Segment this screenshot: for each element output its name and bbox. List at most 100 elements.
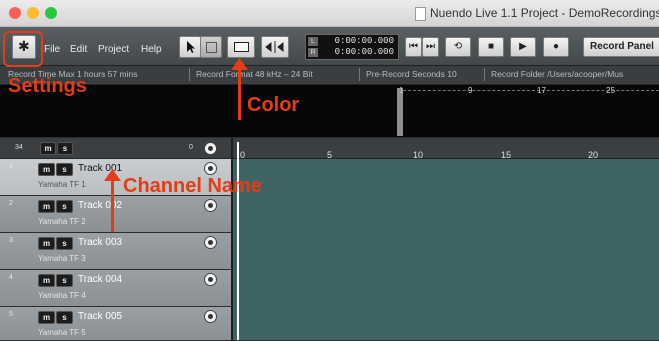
info-divider <box>484 68 485 81</box>
skip-back-icon: ⏮ <box>409 41 418 52</box>
event-display[interactable] <box>233 159 659 340</box>
mute-button[interactable]: m <box>38 200 55 213</box>
track-name[interactable]: Track 005 <box>78 311 122 322</box>
overview-position-marker[interactable] <box>397 88 403 136</box>
track-row[interactable]: 5 m s Track 005 Yamaha TF 5 <box>0 307 231 341</box>
record-folder[interactable]: Record Folder /Users/acooper/Mus <box>491 69 623 79</box>
solo-button[interactable]: s <box>56 237 73 250</box>
counter-r-label: R <box>308 48 318 57</box>
record-enable-button[interactable] <box>204 162 217 175</box>
window-titlebar: Nuendo Live 1.1 Project - DemoRecordings <box>0 0 659 27</box>
menu-help[interactable]: Help <box>141 44 162 55</box>
solo-all-button[interactable]: s <box>57 142 73 155</box>
overview-tick: 17 <box>537 86 546 95</box>
info-divider <box>359 68 360 81</box>
stop-icon: ■ <box>487 41 495 52</box>
channel-name-annotation: Channel Name <box>123 175 262 197</box>
record-enable-button[interactable] <box>204 273 217 286</box>
track-input: Yamaha TF 1 <box>38 180 86 189</box>
record-enable-icon <box>208 314 213 319</box>
mute-button[interactable]: m <box>38 311 55 324</box>
skip-forward-icon: ⏭ <box>426 41 435 52</box>
skip-back-button[interactable]: ⏮ <box>405 37 422 57</box>
info-divider <box>189 68 190 81</box>
solo-button[interactable]: s <box>56 311 73 324</box>
close-window-button[interactable] <box>9 7 21 19</box>
record-enable-icon <box>208 277 213 282</box>
menu-project[interactable]: Project <box>98 44 129 55</box>
mute-button[interactable]: m <box>38 237 55 250</box>
settings-highlight-box <box>3 31 43 67</box>
track-count: 34 <box>15 144 23 151</box>
track-input: Yamaha TF 4 <box>38 291 86 300</box>
track-row[interactable]: 4 m s Track 004 Yamaha TF 4 <box>0 270 231 307</box>
split-icon <box>265 41 284 53</box>
counter-bottom-time: 0:00:00.000 <box>334 47 394 57</box>
track-row[interactable]: 2 m s Track 002 Yamaha TF 2 <box>0 196 231 233</box>
track-input: Yamaha TF 2 <box>38 217 86 226</box>
record-format[interactable]: Record Format 48 kHz – 24 Bit <box>196 69 313 79</box>
color-arrow-head-icon <box>231 58 248 70</box>
pre-record-seconds[interactable]: Pre-Record Seconds 10 <box>366 69 457 79</box>
range-tool-button[interactable] <box>200 36 222 58</box>
overview-range-line <box>403 90 659 91</box>
mute-button[interactable]: m <box>38 163 55 176</box>
stop-button[interactable]: ■ <box>478 37 504 57</box>
menu-file[interactable]: File <box>44 44 60 55</box>
skip-forward-button[interactable]: ⏭ <box>422 37 439 57</box>
overview-tick: 9 <box>468 86 473 95</box>
channel-name-arrow-head-icon <box>104 169 121 181</box>
record-enable-button[interactable] <box>204 236 217 249</box>
solo-button[interactable]: s <box>56 274 73 287</box>
document-icon <box>415 7 426 21</box>
window-title: Nuendo Live 1.1 Project - DemoRecordings <box>430 6 659 20</box>
track-list-divider[interactable] <box>231 138 233 340</box>
play-icon: ▶ <box>519 41 527 52</box>
counter-l-label: L <box>308 37 318 46</box>
play-button[interactable]: ▶ <box>510 37 536 57</box>
overview-tick: 1 <box>399 86 404 95</box>
track-name[interactable]: Track 004 <box>78 274 122 285</box>
track-number: 2 <box>9 200 13 207</box>
menu-edit[interactable]: Edit <box>70 44 87 55</box>
track-number: 5 <box>9 311 13 318</box>
mute-all-button[interactable]: m <box>40 142 56 155</box>
minimize-window-button[interactable] <box>27 7 39 19</box>
record-icon: ● <box>552 41 560 52</box>
record-enable-all-button[interactable] <box>204 142 217 155</box>
record-enable-icon <box>208 240 213 245</box>
track-row[interactable]: 3 m s Track 003 Yamaha TF 3 <box>0 233 231 270</box>
record-enable-button[interactable] <box>204 199 217 212</box>
project-overview[interactable] <box>0 85 659 137</box>
track-number: 4 <box>9 274 13 281</box>
record-panel-button[interactable]: Record Panel <box>583 37 659 57</box>
mute-button[interactable]: m <box>38 274 55 287</box>
playhead-cursor[interactable] <box>237 142 239 340</box>
track-input: Yamaha TF 3 <box>38 254 86 263</box>
loop-button[interactable]: ⟲ <box>445 37 471 57</box>
track-name[interactable]: Track 002 <box>78 200 122 211</box>
record-enable-icon <box>208 146 213 151</box>
time-counter: L R 0:00:00.000 0:00:00.000 <box>305 34 399 60</box>
record-enable-button[interactable] <box>204 310 217 323</box>
solo-button[interactable]: s <box>56 163 73 176</box>
loop-icon: ⟲ <box>453 41 463 52</box>
color-annotation: Color <box>247 94 300 116</box>
split-tool-button[interactable] <box>261 36 289 58</box>
color-button[interactable] <box>227 36 255 58</box>
record-button[interactable]: ● <box>543 37 569 57</box>
pointer-tool-button[interactable] <box>179 36 201 58</box>
zoom-window-button[interactable] <box>45 7 57 19</box>
track-name[interactable]: Track 003 <box>78 237 122 248</box>
record-enable-icon <box>208 166 213 171</box>
color-icon <box>234 42 249 52</box>
color-arrow-shaft <box>238 66 241 120</box>
overview-tick: 25 <box>606 86 615 95</box>
arrow-pointer-icon <box>187 41 195 53</box>
track-input: Yamaha TF 5 <box>38 328 86 337</box>
range-select-icon <box>206 42 217 53</box>
settings-annotation: Settings <box>8 75 87 97</box>
track-number: 1 <box>9 163 13 170</box>
solo-button[interactable]: s <box>56 200 73 213</box>
counter-top-time: 0:00:00.000 <box>334 36 394 46</box>
